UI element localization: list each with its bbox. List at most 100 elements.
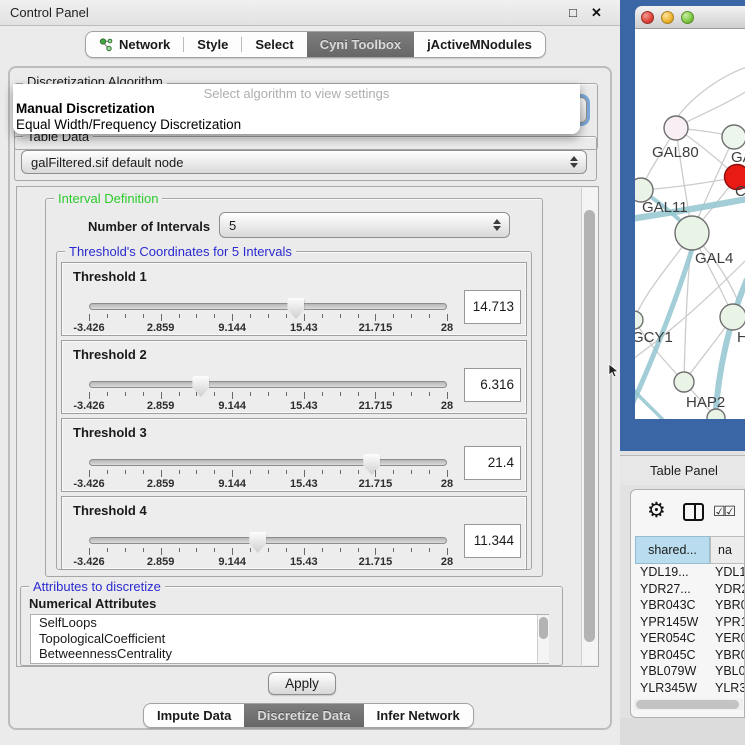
tick-mark — [250, 548, 251, 552]
attributes-group-title: Attributes to discretize — [29, 579, 165, 594]
tab-select[interactable]: Select — [242, 32, 306, 57]
close-icon[interactable]: ✕ — [591, 5, 602, 21]
column-header-name[interactable]: na — [710, 536, 745, 564]
slider-scale-labels: -3.4262.8599.14415.4321.71528 — [89, 478, 447, 490]
table-row[interactable]: YDR27...YDR2 — [635, 581, 745, 598]
threshold-label: Threshold 1 — [73, 269, 147, 284]
tick-mark — [358, 392, 359, 396]
tick-mark — [304, 392, 305, 399]
table-row[interactable]: YDL19...YDL1 — [635, 564, 745, 581]
number-of-intervals-spinner[interactable]: 5 — [219, 212, 510, 238]
threshold-value-field[interactable]: 14.713 — [464, 290, 521, 324]
threshold-slider[interactable] — [89, 381, 447, 388]
node-h[interactable] — [720, 304, 745, 330]
tick-mark — [179, 470, 180, 474]
table-row[interactable]: YBR045CYBR0 — [635, 647, 745, 664]
dropdown-option[interactable]: Equal Width/Frequency Discretization — [13, 117, 580, 133]
scrollbar-thumb[interactable] — [584, 210, 595, 642]
threshold-slider[interactable] — [89, 303, 447, 310]
network-canvas[interactable]: GAL80 GA C GAL11 GAL4 GCY1 H HAP2 — [635, 29, 745, 419]
control-panel: Control Panel □ ✕ Network Style Select C… — [0, 0, 620, 745]
attribute-list-item[interactable]: BetweennessCentrality — [31, 646, 548, 662]
tab-network-label: Network — [119, 37, 170, 52]
table-row[interactable]: YLR345WYLR3 — [635, 680, 745, 697]
minimize-traffic-light[interactable] — [661, 11, 674, 24]
cell-name: YLR3 — [709, 680, 745, 697]
threshold-panel: Threshold 1 -3.4262.8599.14415.4321.7152… — [61, 262, 527, 336]
tab-jactivemnodules[interactable]: jActiveMNodules — [414, 32, 545, 57]
tab-discretize-data-label: Discretize Data — [257, 708, 350, 723]
scale-label: 21.715 — [359, 556, 393, 568]
cell-shared-name: YBR045C — [635, 647, 709, 664]
tab-infer-network-label: Infer Network — [377, 708, 460, 723]
tab-style[interactable]: Style — [184, 32, 241, 57]
table-row[interactable]: YER054CYER0 — [635, 630, 745, 647]
cell-shared-name: YER054C — [635, 630, 709, 647]
tick-mark — [161, 548, 162, 555]
node-label: GCY1 — [635, 329, 673, 346]
node-ga[interactable] — [722, 125, 745, 149]
vertical-scrollbar[interactable] — [581, 188, 598, 665]
list-scrollbar-thumb[interactable] — [539, 617, 548, 639]
tick-mark — [250, 470, 251, 474]
horizontal-scrollbar[interactable] — [634, 699, 743, 710]
checkbox-icons[interactable]: ☑☑ — [713, 503, 734, 520]
node-gcy1[interactable] — [635, 311, 643, 329]
column-header-shared[interactable]: shared... — [635, 536, 710, 564]
tab-network[interactable]: Network — [86, 32, 183, 57]
tab-cyni-toolbox-label: Cyni Toolbox — [320, 37, 401, 52]
network-icon — [99, 38, 113, 52]
hscrollbar-thumb[interactable] — [636, 700, 739, 709]
node-gal4[interactable] — [675, 216, 709, 250]
threshold-value-field[interactable]: 11.344 — [464, 524, 521, 558]
attribute-list-item[interactable]: TopologicalCoefficient — [31, 631, 548, 647]
scale-label: 28 — [441, 478, 453, 490]
gear-icon[interactable]: ⚙ — [647, 500, 666, 521]
scale-label: 2.859 — [147, 556, 175, 568]
tick-mark — [143, 548, 144, 552]
table-row[interactable]: YBL079WYBL0 — [635, 663, 745, 680]
tab-infer-network[interactable]: Infer Network — [364, 704, 473, 727]
tick-mark — [107, 548, 108, 552]
tick-mark — [447, 314, 448, 321]
tab-discretize-data[interactable]: Discretize Data — [244, 704, 363, 727]
numerical-attributes-list[interactable]: SelfLoopsTopologicalCoefficientBetweenne… — [30, 614, 549, 664]
scale-label: 15.43 — [290, 478, 318, 490]
node-gal80[interactable] — [664, 116, 688, 140]
table-rows: YDL19...YDL1YDR27...YDR2YBR043CYBR0YPR14… — [635, 564, 745, 699]
tab-cyni-toolbox[interactable]: Cyni Toolbox — [307, 32, 414, 57]
tick-mark — [322, 470, 323, 474]
node-hap2[interactable] — [674, 372, 694, 392]
tab-impute-data[interactable]: Impute Data — [144, 704, 244, 727]
slider-ticks — [89, 548, 447, 556]
threshold-label: Threshold 4 — [73, 503, 147, 518]
dropdown-option[interactable]: Manual Discretization — [13, 101, 580, 117]
threshold-slider[interactable] — [89, 459, 447, 466]
table-data-combobox[interactable]: galFiltered.sif default node — [21, 150, 587, 174]
float-window-icon[interactable]: □ — [569, 5, 577, 20]
network-view-window[interactable]: GAL80 GA C GAL11 GAL4 GCY1 H HAP2 — [620, 0, 745, 451]
list-scrollbar[interactable] — [537, 615, 549, 663]
scale-label: -3.426 — [73, 478, 104, 490]
attribute-list-item[interactable]: SelfLoops — [31, 615, 548, 631]
columns-icon[interactable] — [683, 503, 704, 521]
tick-mark — [125, 548, 126, 552]
tick-mark — [161, 392, 162, 399]
scale-label: 15.43 — [290, 556, 318, 568]
thresholds-group-title: Threshold's Coordinates for 5 Intervals — [65, 244, 296, 259]
tick-mark — [375, 548, 376, 555]
tick-mark — [358, 548, 359, 552]
threshold-value-field[interactable]: 6.316 — [464, 368, 521, 402]
combo-arrows-icon — [570, 156, 578, 168]
zoom-traffic-light[interactable] — [681, 11, 694, 24]
apply-button[interactable]: Apply — [268, 672, 336, 695]
threshold-slider[interactable] — [89, 537, 447, 544]
tick-mark — [250, 314, 251, 318]
close-traffic-light[interactable] — [641, 11, 654, 24]
table-row[interactable]: YPR145WYPR1 — [635, 614, 745, 631]
cell-name: YBL0 — [709, 663, 745, 680]
threshold-value-field[interactable]: 21.4 — [464, 446, 521, 480]
table-row[interactable]: YBR043CYBR0 — [635, 597, 745, 614]
tab-impute-data-label: Impute Data — [157, 708, 231, 723]
scale-label: 2.859 — [147, 322, 175, 334]
